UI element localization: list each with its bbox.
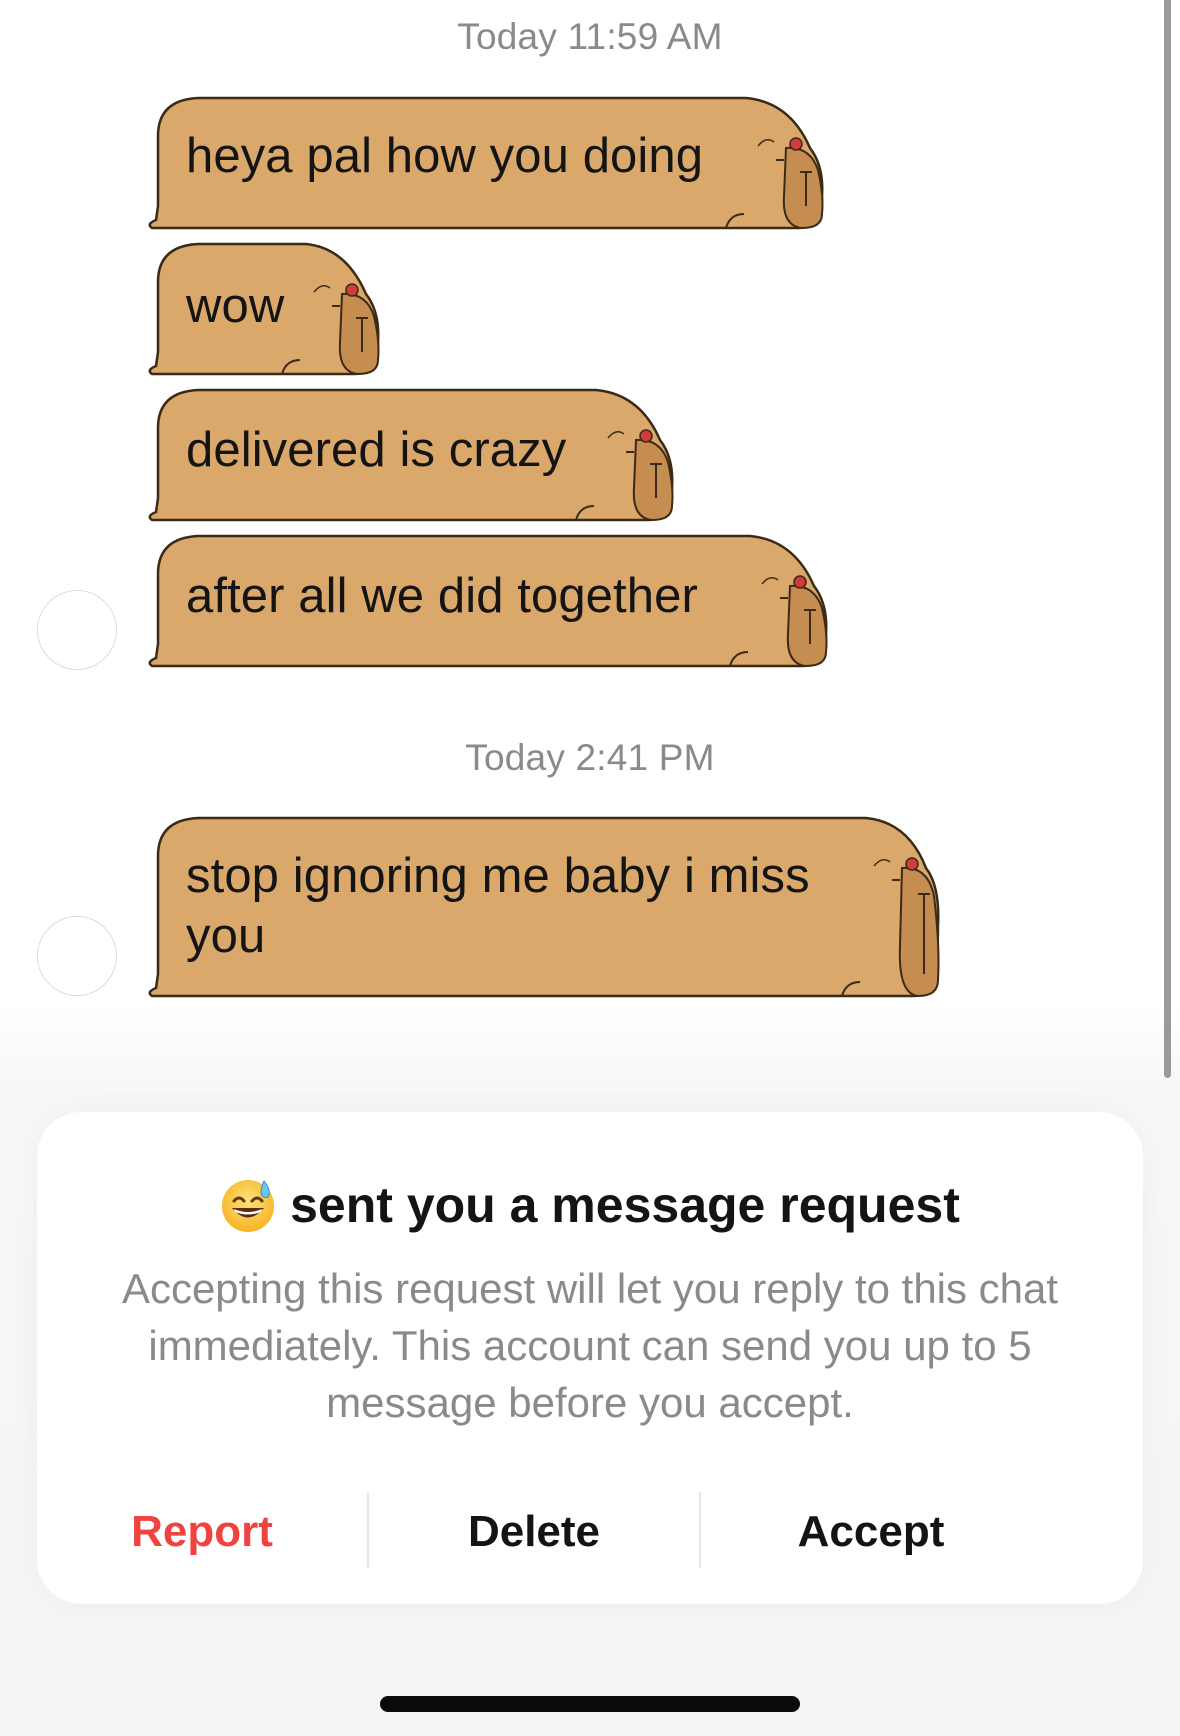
- message-bubble[interactable]: delivered is crazy: [146, 388, 676, 524]
- message-text-line: you: [186, 909, 266, 963]
- message-text-line: stop ignoring me baby i miss: [186, 849, 810, 903]
- request-description: Accepting this request will let you repl…: [121, 1265, 1059, 1426]
- request-title: sent you a message request: [290, 1177, 960, 1233]
- avatar[interactable]: [37, 590, 117, 670]
- message-bubble[interactable]: heya pal how you doing: [146, 96, 826, 232]
- capybara-bubble-shape: [148, 816, 940, 998]
- home-indicator[interactable]: [380, 1696, 800, 1712]
- request-title-row: sent you a message request: [37, 1176, 1143, 1234]
- accept-button[interactable]: Accept: [701, 1482, 1041, 1582]
- message-bubble[interactable]: wow: [146, 242, 382, 378]
- timestamp: Today 11:59 AM: [457, 16, 723, 57]
- delete-button[interactable]: Delete: [369, 1482, 699, 1582]
- message-text: heya pal how you doing: [186, 129, 704, 183]
- message-text: after all we did together: [186, 569, 698, 623]
- message-bubble[interactable]: stop ignoring me baby i miss you: [146, 816, 942, 1000]
- scrollbar[interactable]: [1164, 0, 1171, 1078]
- report-button[interactable]: Report: [37, 1482, 367, 1582]
- chat-screen: Today 11:59 AM heya pal how you doing wo…: [0, 0, 1180, 1736]
- grinning-sweat-emoji-icon: [222, 1180, 275, 1232]
- timestamp: Today 2:41 PM: [465, 737, 715, 778]
- message-text: wow: [186, 279, 285, 333]
- message-bubble[interactable]: after all we did together: [146, 534, 830, 670]
- request-actions: Report Delete Accept: [37, 1482, 1143, 1582]
- message-request-card: sent you a message request Accepting thi…: [37, 1112, 1143, 1604]
- message-text: delivered is crazy: [186, 423, 567, 477]
- avatar[interactable]: [37, 916, 117, 996]
